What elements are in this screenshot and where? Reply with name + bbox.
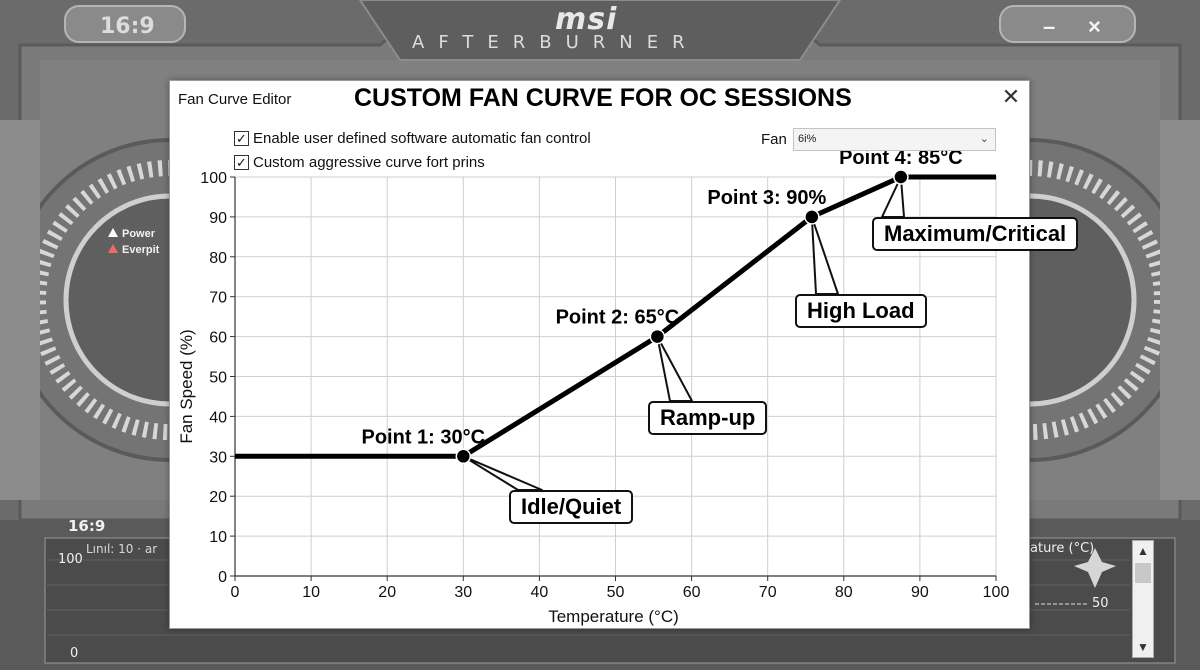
monitor-scale-value: 50 [1092,596,1109,611]
x-tick-label: 30 [454,584,472,601]
curve-point-label: Point 2: 65°C [556,307,680,329]
callout-maximum-critical: Maximum/Critical [872,217,1079,251]
aspect-ratio-label: 16:9 [68,517,106,535]
aggressive-curve-label: Custom aggressive curve fort prins [253,154,485,171]
x-tick-label: 40 [531,584,549,601]
enable-fan-control-option[interactable]: ✓ Enable user defined software automatic… [234,130,591,147]
x-tick-label: 10 [302,584,320,601]
y-tick-label: 100 [200,170,227,187]
fan-curve-editor-dialog: 0 10 20 30 40 50 60 70 80 90 100 0 10 20 30 40 50 60 70 80 9… [169,80,1079,629]
curve-point-handle[interactable] [893,169,909,185]
scroll-up-arrow-icon[interactable]: ▲ [1133,541,1153,561]
y-tick-label: 20 [209,489,227,506]
close-icon[interactable]: ✕ [999,85,1023,109]
x-tick-label: 60 [683,584,701,601]
legend-everpit: Everpit [108,244,159,256]
x-tick-label: 80 [835,584,853,601]
x-tick-label: 50 [607,584,625,601]
triangle-icon [108,228,118,237]
legend-power: Power [108,228,155,240]
curve-point-handle[interactable] [455,448,472,465]
triangle-icon [108,244,118,253]
curve-point-label: Point 1: 30°C [362,426,486,448]
x-tick-label: 100 [983,584,1010,601]
fan-select[interactable]: 6i% ⌄ [793,128,996,151]
aspect-ratio-button[interactable]: 16:9 [100,14,155,39]
y-tick-label: 40 [209,409,227,426]
y-tick-label: 80 [209,250,227,267]
y-tick-label: 30 [209,449,227,466]
x-tick-label: 70 [759,584,777,601]
fan-select-value: 6i% [798,133,817,145]
enable-fan-control-checkbox[interactable]: ✓ [234,131,249,146]
close-app-button[interactable]: × [1088,14,1101,40]
y-tick-label: 90 [209,210,227,227]
link-status-text: Lınıl: 10 · ar [86,542,158,556]
x-axis-title: Temperature (°C) [548,607,679,626]
y-tick-label: 50 [209,370,227,387]
fan-select-label: Fan [761,131,787,148]
monitor-temperature-label: ature (°C) [1030,541,1095,556]
y-tick-label: 70 [209,290,227,307]
curve-point-label: Point 3: 90% [707,187,826,209]
curve-point-handle[interactable] [804,209,820,225]
scroll-thumb[interactable] [1135,563,1151,583]
y-tick-label: 0 [218,569,227,586]
product-name: AFTERBURNER [412,32,699,53]
monitor-scale-min: 0 [70,646,79,661]
legend-power-label: Power [122,228,156,240]
minimize-button[interactable]: – [1043,14,1055,40]
x-tick-label: 0 [231,584,240,601]
callout-high-load: High Load [795,294,927,328]
aggressive-curve-option[interactable]: ✓ Custom aggressive curve fort prins [234,154,485,171]
callout-idle-quiet: Idle/Quiet [509,490,634,524]
aggressive-curve-checkbox[interactable]: ✓ [234,155,249,170]
dialog-title: Fan Curve Editor [178,91,292,108]
chart-title: CUSTOM FAN CURVE FOR OC SESSIONS [354,84,852,112]
scroll-down-arrow-icon[interactable]: ▼ [1133,637,1153,657]
callout-ramp-up: Ramp-up [648,401,768,435]
y-axis-title: Fan Speed (%) [177,329,196,443]
monitor-scrollbar[interactable]: ▲ ▼ [1132,540,1154,658]
legend-everpit-label: Everpit [122,244,160,256]
enable-fan-control-label: Enable user defined software automatic f… [253,130,591,147]
chevron-down-icon: ⌄ [979,133,989,145]
x-tick-label: 20 [378,584,396,601]
monitor-scale-max: 100 [58,552,83,567]
x-tick-label: 90 [911,584,929,601]
y-tick-label: 60 [209,330,227,347]
curve-point-handle[interactable] [649,328,666,345]
y-tick-label: 10 [209,529,227,546]
